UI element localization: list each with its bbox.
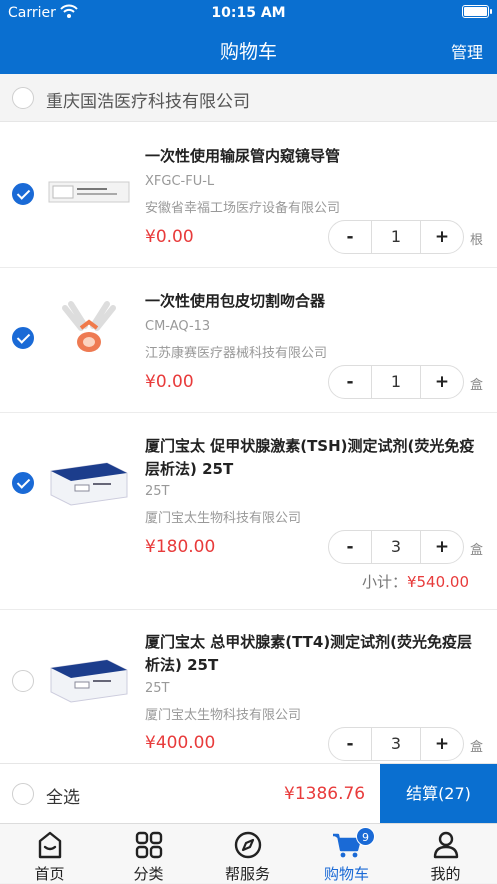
quantity-input[interactable]: 3	[371, 728, 421, 760]
quantity-input[interactable]: 1	[371, 221, 421, 253]
increment-button[interactable]: +	[421, 366, 463, 398]
product-manufacturer: 江苏康赛医疗器械科技有限公司	[145, 346, 328, 361]
select-all-label[interactable]: 全选	[46, 783, 80, 808]
product-name[interactable]: 厦门宝太 总甲状腺素(TT4)测定试剂(荧光免疫层析法) 25T	[145, 631, 480, 677]
cart-item: 厦门宝太 总甲状腺素(TT4)测定试剂(荧光免疫层析法) 25T 25T 厦门宝…	[0, 610, 497, 763]
tab-label: 帮服务	[224, 865, 270, 883]
checkout-button[interactable]: 结算(27)	[380, 764, 497, 824]
quantity-input[interactable]: 1	[371, 366, 421, 398]
product-thumbnail	[48, 181, 130, 203]
product-price: ¥180.00	[145, 537, 216, 557]
select-all-checkbox[interactable]	[12, 783, 34, 805]
cart-item: 厦门宝太 促甲状腺激素(TSH)测定试剂(荧光免疫层析法) 25T 25T 厦门…	[0, 413, 497, 610]
status-bar: Carrier 10:15 AM	[0, 0, 497, 26]
tab-bar: 首页 分类 帮服务 9 购物车 我的	[0, 823, 497, 883]
tab-label: 分类	[133, 865, 164, 883]
product-thumbnail	[62, 301, 116, 352]
product-price: ¥400.00	[145, 733, 216, 753]
item-checkbox[interactable]	[12, 327, 34, 349]
shop-select-checkbox[interactable]	[12, 87, 34, 109]
product-manufacturer: 厦门宝太生物科技有限公司	[145, 708, 302, 723]
item-subtotal: 小计：¥540.00	[362, 571, 469, 592]
nav-bar: 购物车 管理	[0, 26, 497, 74]
tab-home[interactable]: 首页	[0, 824, 99, 884]
user-icon	[433, 831, 459, 859]
unit-label: 盒	[470, 378, 484, 393]
battery-icon	[462, 5, 492, 18]
quantity-stepper: - 3 +	[328, 530, 464, 564]
tab-service[interactable]: 帮服务	[198, 824, 297, 884]
unit-label: 盒	[470, 543, 484, 558]
product-manufacturer: 厦门宝太生物科技有限公司	[145, 511, 302, 526]
tab-cart[interactable]: 9 购物车	[297, 824, 396, 884]
item-checkbox[interactable]	[12, 670, 34, 692]
subtotal-label: 小计：	[361, 573, 407, 591]
decrement-button[interactable]: -	[329, 366, 371, 398]
quantity-input[interactable]: 3	[371, 531, 421, 563]
product-price: ¥0.00	[145, 227, 194, 247]
product-code: XFGC-FU-L	[145, 174, 215, 189]
product-price: ¥0.00	[145, 372, 194, 392]
product-thumbnail	[50, 462, 128, 506]
increment-button[interactable]: +	[421, 221, 463, 253]
shop-header: 重庆国浩医疗科技有限公司	[0, 74, 497, 122]
product-name[interactable]: 一次性使用包皮切割吻合器	[145, 290, 480, 313]
product-thumbnail	[50, 659, 128, 703]
unit-label: 盒	[470, 740, 484, 755]
product-code: CM-AQ-13	[145, 319, 211, 334]
cart-item: 一次性使用包皮切割吻合器 CM-AQ-13 江苏康赛医疗器械科技有限公司 ¥0.…	[0, 268, 497, 413]
increment-button[interactable]: +	[421, 531, 463, 563]
page-title: 购物车	[219, 41, 277, 63]
checkout-bar: 全选 ¥1386.76 结算(27)	[0, 763, 497, 824]
product-name[interactable]: 厦门宝太 促甲状腺激素(TSH)测定试剂(荧光免疫层析法) 25T	[145, 435, 480, 481]
status-time: 10:15 AM	[211, 5, 286, 21]
decrement-button[interactable]: -	[329, 221, 371, 253]
product-code: 25T	[145, 681, 170, 696]
category-grid-icon	[135, 831, 163, 859]
home-icon	[38, 831, 62, 859]
cart-item: 一次性使用输尿管内窥镜导管 XFGC-FU-L 安徽省幸福工场医疗设备有限公司 …	[0, 122, 497, 268]
tab-category[interactable]: 分类	[99, 824, 198, 884]
compass-icon	[234, 831, 262, 859]
shop-name: 重庆国浩医疗科技有限公司	[46, 92, 250, 112]
increment-button[interactable]: +	[421, 728, 463, 760]
item-checkbox[interactable]	[12, 472, 34, 494]
subtotal-value: ¥540.00	[406, 573, 469, 591]
manage-button[interactable]: 管理	[451, 39, 483, 63]
total-price: ¥1386.76	[284, 784, 366, 804]
tab-label: 首页	[34, 865, 65, 883]
product-manufacturer: 安徽省幸福工场医疗设备有限公司	[145, 201, 341, 216]
decrement-button[interactable]: -	[329, 728, 371, 760]
quantity-stepper: - 3 +	[328, 727, 464, 761]
tab-profile[interactable]: 我的	[396, 824, 495, 884]
cart-count-badge: 9	[356, 827, 375, 846]
product-code: 25T	[145, 484, 170, 499]
quantity-stepper: - 1 +	[328, 365, 464, 399]
unit-label: 根	[470, 233, 484, 248]
product-name[interactable]: 一次性使用输尿管内窥镜导管	[145, 145, 480, 168]
tab-label: 我的	[430, 865, 461, 883]
decrement-button[interactable]: -	[329, 531, 371, 563]
quantity-stepper: - 1 +	[328, 220, 464, 254]
tab-label: 购物车	[323, 865, 369, 883]
item-checkbox[interactable]	[12, 183, 34, 205]
